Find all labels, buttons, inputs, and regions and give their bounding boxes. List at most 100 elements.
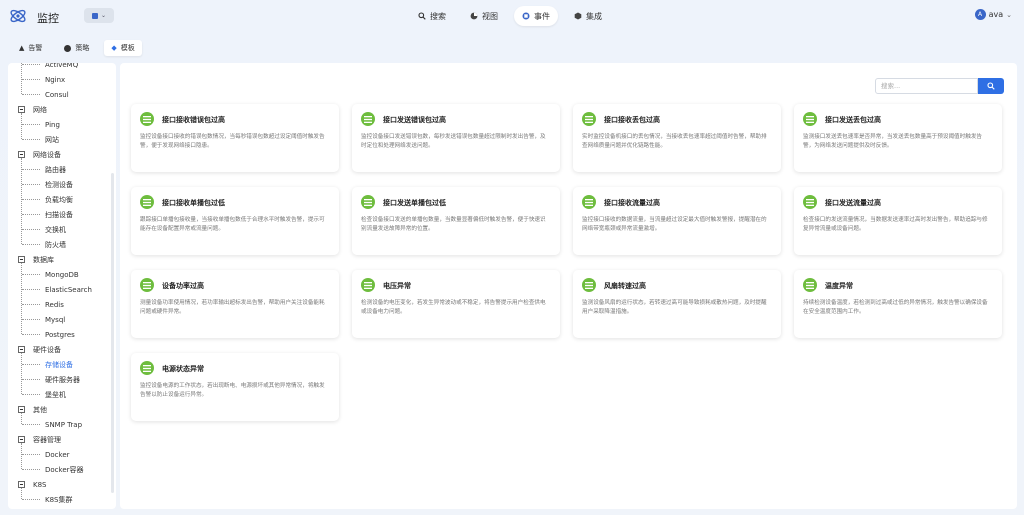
template-card[interactable]: 电源状态异常 监控设备电源的工作状态，若出现断电、电源损坏或其他异常情况，将触发告…	[131, 353, 339, 421]
card-title: 接口接收流量过高	[604, 199, 660, 207]
sidebar-scrollbar[interactable]	[111, 173, 114, 493]
tree-item[interactable]: 防火墙	[8, 237, 116, 252]
tree-group[interactable]: K8S	[8, 477, 116, 492]
tree-item[interactable]: ElasticSearch	[8, 282, 116, 297]
list-icon	[803, 112, 817, 126]
tree-item[interactable]: Ping	[8, 117, 116, 132]
user-menu[interactable]: A ava ⌄	[974, 9, 1012, 20]
tree-group[interactable]: 其他	[8, 402, 116, 417]
collapse-toggle-icon[interactable]	[18, 346, 25, 353]
tree-connector	[21, 353, 22, 394]
template-card[interactable]: 温度异常 持续检测设备温度，若检测到过高或过低的异常情况，触发告警以确保设备在安全…	[794, 270, 1002, 338]
template-card[interactable]: 电压异常 检测设备的电压变化，若发生异常波动或不稳定，将告警提示用户检查供电或设备…	[352, 270, 560, 338]
tree-item[interactable]: Consul	[8, 87, 116, 102]
workspace-switcher[interactable]: ⌄	[84, 8, 114, 23]
card-description: 监测接口发送丢包速率是否异常，当发送丢包数量高于预设阈值时触发告警，为网络发送问…	[803, 134, 983, 149]
collapse-toggle-icon[interactable]	[18, 256, 25, 263]
tree-item[interactable]: Docker容器	[8, 462, 116, 477]
tree-label: 其他	[33, 405, 47, 414]
tree-item[interactable]: Nginx	[8, 72, 116, 87]
tree-label: 检测设备	[45, 180, 73, 189]
template-card[interactable]: 风扇转速过高 监测设备风扇的运行状态，若转速过高可能导致损耗或散热问题，及时提醒用…	[573, 270, 781, 338]
tab-label: 策略	[75, 44, 90, 52]
tree-item[interactable]: 存储设备	[8, 357, 116, 372]
template-card[interactable]: 设备功率过高测量设备功率使用情况，若功率输出超标发出告警，帮助用户关注设备能耗问…	[131, 270, 339, 338]
tree-label: 网站	[45, 135, 59, 144]
tree-connector	[22, 424, 40, 425]
template-card[interactable]: 接口接收错误包过高 监控设备接口接收的错误包数情况，当每秒错误包数超过设定阈值时触…	[131, 104, 339, 172]
list-icon	[140, 195, 154, 209]
nav-label: 视图	[482, 11, 498, 21]
tree-item[interactable]: 网站	[8, 132, 116, 147]
tree-group[interactable]: 硬件设备	[8, 342, 116, 357]
tab-policy[interactable]: 策略	[57, 40, 96, 56]
collapse-toggle-icon[interactable]	[18, 406, 25, 413]
list-icon	[140, 278, 154, 292]
card-description: 监控设备电源的工作状态，若出现断电、电源损坏或其他异常情况，将触发告警以防止设备…	[140, 383, 325, 398]
tree-group[interactable]: 网络	[8, 102, 116, 117]
card-title: 设备功率过高	[162, 282, 204, 290]
tree-group[interactable]: 数据库	[8, 252, 116, 267]
collapse-toggle-icon[interactable]	[18, 436, 25, 443]
collapse-toggle-icon[interactable]	[18, 481, 25, 488]
list-icon	[361, 112, 375, 126]
tree-connector	[22, 304, 40, 305]
search-input[interactable]	[875, 78, 978, 94]
collapse-toggle-icon[interactable]	[18, 106, 25, 113]
tree-item[interactable]: Redis	[8, 297, 116, 312]
nav-view[interactable]: 视图	[462, 6, 506, 26]
tree-item[interactable]: 路由器	[8, 162, 116, 177]
tree-label: 负载均衡	[45, 195, 73, 204]
tab-templates[interactable]: ◆ 模板	[104, 40, 142, 56]
tree-item[interactable]: MongoDB	[8, 267, 116, 282]
template-card[interactable]: 接口发送流量过高 检查接口的发送流量情况，当数据发送速率过高时发出警告，帮助追踪与…	[794, 187, 1002, 255]
template-card[interactable]: 接口发送丢包过高监测接口发送丢包速率是否异常，当发送丢包数量高于预设阈值时触发告…	[794, 104, 1002, 172]
tree-label: 存储设备	[45, 360, 73, 369]
nav-search[interactable]: 搜索	[410, 6, 454, 26]
tree-item[interactable]: 硬件服务器	[8, 372, 116, 387]
template-card[interactable]: 接口发送单播包过低 检查设备接口发送的单播包数量，当数量显著偏低时触发告警，便于快…	[352, 187, 560, 255]
card-title: 接口发送错误包过高	[383, 116, 446, 124]
tree-connector	[22, 214, 40, 215]
layers-icon: ◆	[111, 44, 117, 52]
card-description: 测量设备功率使用情况，若功率输出超标发出告警，帮助用户关注设备能耗问题或硬件异常…	[140, 300, 325, 315]
tree-item[interactable]: 交换机	[8, 222, 116, 237]
nav-event[interactable]: 事件	[514, 6, 558, 26]
tree-item[interactable]: Mysql	[8, 312, 116, 327]
tree-group[interactable]: 容器管理	[8, 432, 116, 447]
tree-group[interactable]: 网络设备	[8, 147, 116, 162]
tree-label: 容器管理	[33, 435, 61, 444]
tree-label: Docker容器	[45, 465, 84, 474]
tree-connector	[22, 334, 40, 335]
tree-label: 数据库	[33, 255, 54, 264]
tree-label: Consul	[45, 90, 69, 99]
nav-integration[interactable]: 集成	[566, 6, 610, 26]
template-card[interactable]: 接口接收单播包过低 跟踪接口单播包接收量，当接收单播包数低于合理水平时触发告警，提…	[131, 187, 339, 255]
tree-label: K8S	[33, 480, 47, 489]
template-card[interactable]: 接口接收流量过高 监控接口接收的数据流量，当流量超过设定最大值时触发警报，提醒潜在…	[573, 187, 781, 255]
search-button[interactable]	[978, 78, 1004, 94]
nav-label: 搜索	[430, 11, 446, 21]
tree-item[interactable]: Docker	[8, 447, 116, 462]
tree-label: K8S集群	[45, 495, 73, 504]
tree-label: 扫描设备	[45, 210, 73, 219]
tree-item[interactable]: 扫描设备	[8, 207, 116, 222]
tree-connector	[22, 499, 40, 500]
tree-label: 硬件服务器	[45, 375, 80, 384]
tree-item[interactable]: 检测设备	[8, 177, 116, 192]
tree-connector	[21, 413, 22, 424]
template-card[interactable]: 接口发送错误包过高 监控设备接口发送错误包数，每秒发送错误包数量超过限制时发出告警…	[352, 104, 560, 172]
tree-item[interactable]: 负载均衡	[8, 192, 116, 207]
tree-item[interactable]: K8S集群	[8, 492, 116, 507]
collapse-toggle-icon[interactable]	[18, 151, 25, 158]
card-title: 接口发送丢包过高	[825, 116, 881, 124]
tree-label: ActiveMQ	[45, 63, 79, 69]
tree-connector	[21, 158, 22, 244]
tree-item[interactable]: 堡垒机	[8, 387, 116, 402]
tree-label: ElasticSearch	[45, 285, 92, 294]
tab-alerts[interactable]: ▲ 告警	[12, 40, 49, 56]
tree-item[interactable]: SNMP Trap	[8, 417, 116, 432]
tree-item[interactable]: Postgres	[8, 327, 116, 342]
template-card[interactable]: 接口接收丢包过高 实时监控设备机接口的丢包情况，当接收丢包速率超过阈值时告警，帮助…	[573, 104, 781, 172]
tree-item[interactable]: ActiveMQ	[8, 63, 116, 72]
